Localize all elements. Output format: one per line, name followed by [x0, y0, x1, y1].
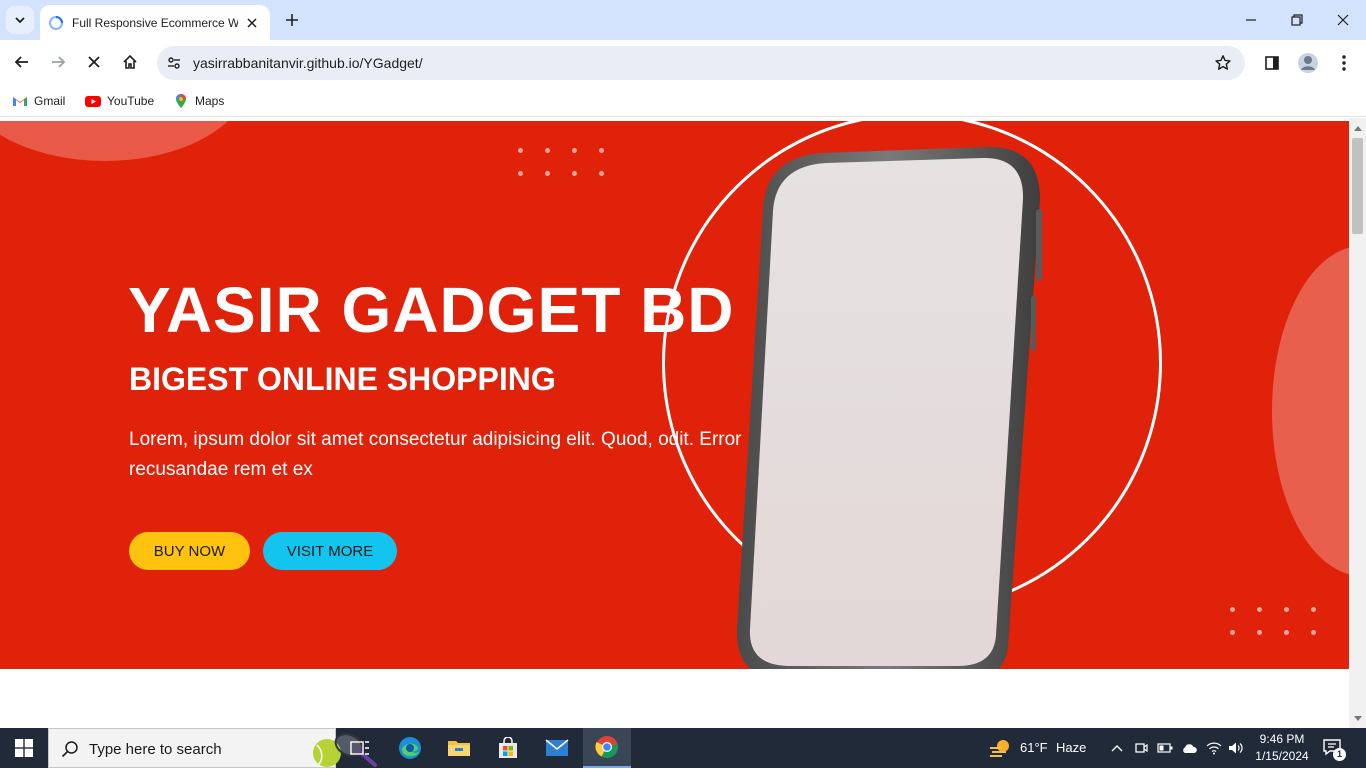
back-button[interactable] [8, 48, 36, 76]
home-button[interactable] [116, 48, 144, 76]
hero-banner: YASIR GADGET BD BIGEST ONLINE SHOPPING L… [0, 121, 1349, 669]
bookmark-label: Gmail [34, 94, 66, 108]
loading-favicon-icon [49, 15, 63, 30]
taskbar-clock[interactable]: 9:46 PM 1/15/2024 [1254, 731, 1310, 765]
taskbar-store[interactable] [484, 728, 532, 768]
taskbar-edge[interactable] [386, 728, 434, 768]
browser-toolbar: yasirrabbanitanvir.github.io/YGadget/ [0, 40, 1366, 85]
tab-title: Full Responsive Ecommerce We [72, 15, 238, 30]
bookmark-gmail[interactable]: Gmail [12, 91, 65, 111]
search-icon [61, 741, 78, 758]
restore-button[interactable] [1274, 0, 1320, 40]
bookmark-star-icon[interactable] [1213, 53, 1233, 73]
arrow-left-icon [14, 56, 28, 68]
arrow-right-icon [52, 56, 66, 68]
browser-tab-active[interactable]: Full Responsive Ecommerce We [40, 5, 270, 40]
address-bar[interactable]: yasirrabbanitanvir.github.io/YGadget/ [157, 46, 1245, 80]
search-placeholder: Type here to search [89, 741, 222, 758]
profile-avatar[interactable] [1294, 49, 1322, 77]
bookmark-maps[interactable]: Maps [173, 91, 224, 111]
close-icon [1337, 14, 1349, 26]
battery-icon[interactable] [1157, 740, 1173, 756]
side-panel-icon [1265, 56, 1279, 70]
tab-search-button[interactable] [6, 6, 34, 34]
wifi-icon[interactable] [1206, 740, 1222, 756]
gmail-icon [13, 97, 27, 106]
tray-chevron-up-icon[interactable] [1109, 740, 1125, 756]
new-tab-button[interactable] [280, 8, 304, 32]
weather-haze-icon [990, 740, 1009, 757]
taskbar-search-box[interactable]: Type here to search [48, 728, 377, 768]
task-view-button[interactable] [336, 728, 384, 768]
mail-icon [545, 739, 569, 756]
bookmark-label: YouTube [107, 94, 155, 108]
taskbar-mail[interactable] [533, 728, 581, 768]
scrollbar-thumb[interactable] [1352, 138, 1363, 234]
taskbar-file-explorer[interactable] [435, 728, 483, 768]
stop-loading-button[interactable] [80, 48, 108, 76]
maps-icon [176, 94, 186, 108]
clock-time: 9:46 PM [1259, 732, 1305, 746]
youtube-icon [85, 96, 101, 107]
tab-close-icon[interactable] [244, 15, 260, 31]
bookmark-youtube[interactable]: YouTube [85, 91, 154, 111]
edge-icon [399, 737, 421, 759]
kebab-menu-icon [1342, 55, 1346, 71]
volume-icon[interactable] [1228, 740, 1244, 756]
bookmark-label: Maps [195, 94, 225, 108]
hero-title: YASIR GADGET BD [128, 274, 735, 346]
notifications-button[interactable]: 1 [1322, 738, 1346, 761]
windows-taskbar: Type here to search 61°F Haze 9:46 PM 1/… [0, 728, 1366, 768]
buy-now-button[interactable]: BUY NOW [129, 532, 250, 570]
windows-logo-icon [15, 739, 33, 757]
site-settings-icon[interactable] [165, 54, 183, 72]
minimize-icon [1246, 19, 1256, 21]
restore-icon [1291, 14, 1303, 26]
plus-icon [286, 14, 298, 26]
hero-subtitle: BIGEST ONLINE SHOPPING [129, 361, 556, 397]
meet-now-icon[interactable] [1133, 740, 1149, 756]
chrome-icon [595, 736, 618, 758]
folder-icon [448, 741, 470, 756]
minimize-button[interactable] [1228, 0, 1274, 40]
weather-description[interactable]: Haze [1056, 740, 1086, 755]
page-viewport: YASIR GADGET BD BIGEST ONLINE SHOPPING L… [0, 118, 1366, 728]
forward-button[interactable] [44, 48, 72, 76]
page-scrollbar[interactable] [1349, 118, 1366, 728]
avatar-icon [1298, 53, 1318, 73]
onedrive-cloud-icon[interactable] [1181, 740, 1197, 756]
taskbar-chrome[interactable] [583, 728, 631, 768]
start-button[interactable] [0, 728, 48, 768]
bookmarks-bar: Gmail YouTube Maps [0, 85, 1366, 117]
chevron-down-icon [15, 17, 25, 24]
tab-bar: Full Responsive Ecommerce We [0, 0, 1366, 40]
visit-more-button[interactable]: VISIT MORE [263, 532, 397, 570]
scroll-up-icon[interactable] [1353, 123, 1362, 132]
browser-menu-button[interactable] [1330, 49, 1358, 77]
clock-date: 1/15/2024 [1255, 749, 1309, 763]
close-icon [88, 56, 100, 68]
url-text[interactable]: yasirrabbanitanvir.github.io/YGadget/ [193, 55, 423, 71]
store-icon [499, 737, 517, 758]
hero-description: Lorem, ipsum dolor sit amet consectetur … [129, 429, 742, 480]
task-view-icon [350, 741, 369, 755]
close-window-button[interactable] [1320, 0, 1366, 40]
weather-temperature[interactable]: 61°F [1020, 740, 1048, 755]
scroll-down-icon[interactable] [1353, 714, 1362, 723]
side-panel-button[interactable] [1258, 49, 1286, 77]
home-icon [123, 54, 137, 69]
notification-badge: 1 [1333, 748, 1346, 761]
